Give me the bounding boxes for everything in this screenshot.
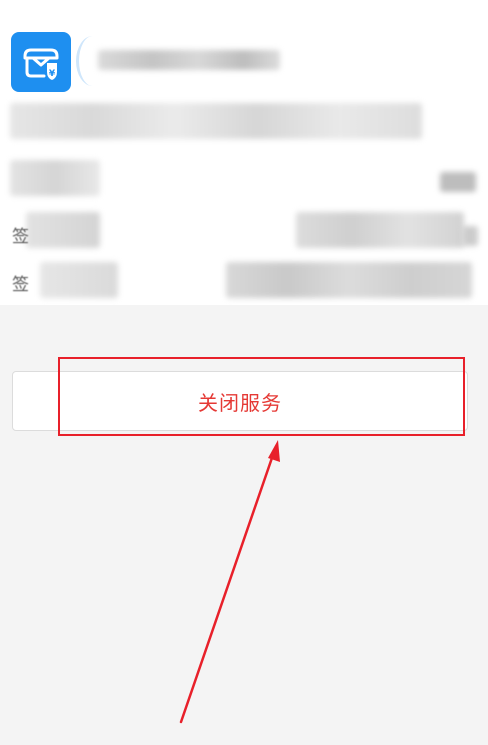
redacted-text xyxy=(440,172,476,192)
redacted-text xyxy=(226,262,472,298)
redacted-text xyxy=(462,226,478,246)
redacted-text xyxy=(296,212,464,248)
app-icon: ¥ xyxy=(11,32,71,92)
wallet-shield-yen-icon: ¥ xyxy=(23,48,59,80)
redacted-account-name xyxy=(98,50,280,70)
service-info-card: ¥ 签 签 xyxy=(0,0,488,305)
redacted-text xyxy=(10,160,100,196)
redacted-text xyxy=(26,212,100,248)
redacted-text xyxy=(40,262,118,298)
close-service-button[interactable]: 关闭服务 xyxy=(12,371,468,431)
svg-text:¥: ¥ xyxy=(49,69,56,79)
row-label-prefix: 签 xyxy=(12,227,29,247)
redacted-description xyxy=(10,103,422,139)
row-label-prefix: 签 xyxy=(12,275,29,295)
